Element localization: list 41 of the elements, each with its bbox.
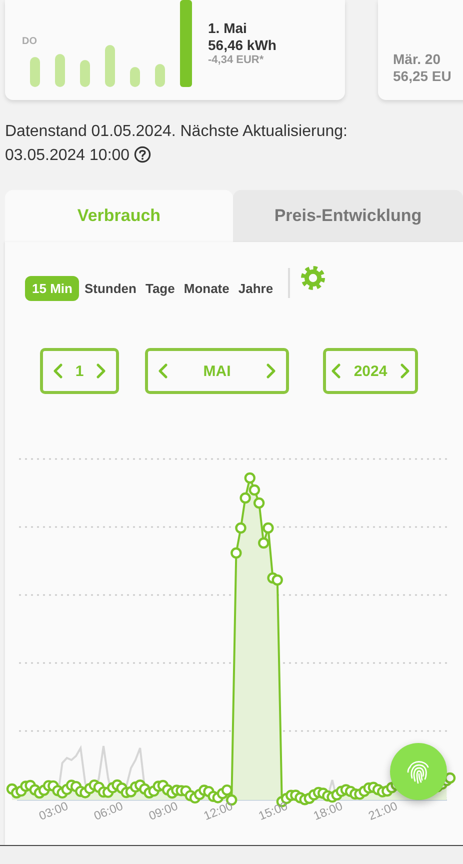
fingerprint-button[interactable] bbox=[390, 743, 447, 800]
chevron-left-icon bbox=[53, 363, 63, 379]
period-tab[interactable]: Stunden bbox=[80, 276, 140, 300]
year-value: 2024 bbox=[354, 362, 388, 380]
period-tab[interactable]: Tage bbox=[141, 276, 179, 300]
status-text: Datenstand 01.05.2024. Nächste Aktualisierung: bbox=[5, 123, 348, 140]
day-selector[interactable]: 1 bbox=[40, 348, 119, 394]
month-value: MAI bbox=[203, 362, 231, 380]
tab[interactable]: Verbrauch bbox=[5, 190, 233, 242]
time-label: 21:00 bbox=[366, 798, 400, 821]
time-label: 03:00 bbox=[36, 798, 70, 821]
next-button[interactable] bbox=[398, 361, 412, 381]
update-time: 03.05.2024 10:00 bbox=[5, 147, 130, 164]
summary-card[interactable]: Mär. 20 56,25 EU bbox=[378, 0, 463, 100]
summary-card[interactable]: DO 1. Mai 56,46 kWh -4,34 EUR* bbox=[5, 0, 345, 100]
time-label: 18:00 bbox=[311, 798, 345, 821]
period-tab[interactable]: 15 Min bbox=[25, 276, 80, 300]
help-icon[interactable] bbox=[134, 146, 151, 163]
cost-value: -4,34 EUR* bbox=[208, 54, 265, 67]
month-selector[interactable]: MAI bbox=[145, 348, 289, 394]
chevron-right-icon bbox=[96, 363, 106, 379]
year-selector[interactable]: 2024 bbox=[323, 348, 418, 394]
period-tab[interactable]: Jahre bbox=[234, 276, 278, 300]
cost-value: 56,25 EU bbox=[393, 68, 452, 85]
day-title: 1. Mai bbox=[208, 20, 248, 37]
chevron-right-icon bbox=[266, 363, 276, 379]
chevron-left-icon bbox=[158, 363, 168, 379]
time-label: 12:00 bbox=[202, 798, 235, 821]
chevron-left-icon bbox=[331, 363, 341, 379]
day-label: DO bbox=[22, 36, 37, 47]
time-label: 09:00 bbox=[146, 798, 180, 821]
period-tab[interactable]: Monate bbox=[180, 276, 234, 300]
energy-value: 56,46 kWh bbox=[208, 37, 276, 54]
previous-button[interactable] bbox=[329, 361, 343, 381]
time-label: 15:00 bbox=[256, 798, 290, 821]
day-value: 1 bbox=[75, 362, 84, 380]
tab[interactable]: Preis-Entwicklung bbox=[233, 190, 463, 242]
time-label: 06:00 bbox=[92, 798, 125, 821]
chevron-right-icon bbox=[400, 363, 410, 379]
settings-icon[interactable] bbox=[300, 265, 326, 291]
month-title: Mär. 20 bbox=[393, 51, 442, 68]
